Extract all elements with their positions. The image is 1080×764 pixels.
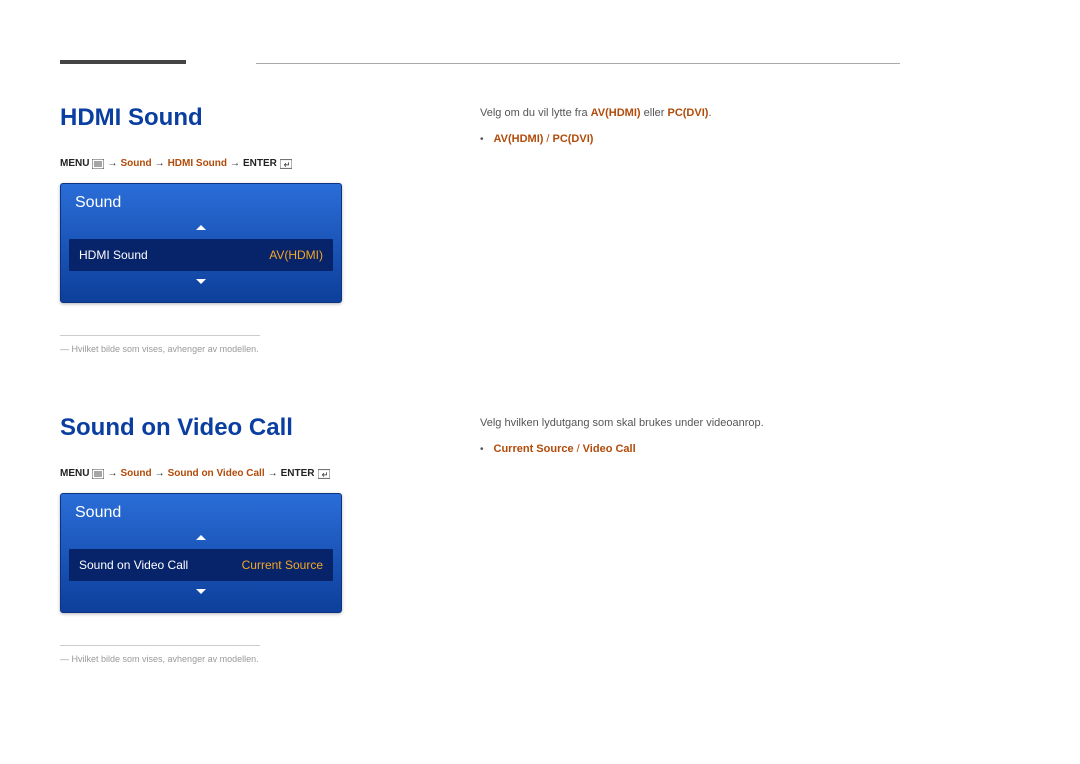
footnote: Hvilket bilde som vises, avhenger av mod… <box>60 344 360 354</box>
right-column: Velg om du vil lytte fra AV(HDMI) eller … <box>480 104 900 354</box>
enter-icon <box>280 159 292 169</box>
chevron-up-icon[interactable] <box>61 528 341 547</box>
section-sound-on-video-call: Sound on Video Call MENU → Sound → Sound… <box>60 414 900 664</box>
osd-item-value: AV(HDMI) <box>269 248 323 262</box>
enter-icon <box>318 469 330 479</box>
section-heading: Sound on Video Call <box>60 414 360 442</box>
osd-panel: Sound Sound on Video Call Current Source <box>60 493 342 613</box>
chevron-down-icon[interactable] <box>61 583 341 602</box>
option-bullet: • Current Source/Video Call <box>480 440 900 460</box>
footnote-rule <box>60 335 260 336</box>
description: Velg hvilken lydutgang som skal brukes u… <box>480 414 900 434</box>
chevron-down-icon[interactable] <box>61 273 341 292</box>
osd-panel: Sound HDMI Sound AV(HDMI) <box>60 183 342 303</box>
right-column: Velg hvilken lydutgang som skal brukes u… <box>480 414 900 664</box>
left-column: HDMI Sound MENU → Sound → HDMI Sound → E… <box>60 104 360 354</box>
osd-item-value: Current Source <box>242 558 323 572</box>
footnote-rule <box>60 645 260 646</box>
osd-item[interactable]: Sound on Video Call Current Source <box>69 549 333 581</box>
chapter-rule <box>60 60 900 64</box>
bullet-icon: • <box>480 131 484 149</box>
osd-item[interactable]: HDMI Sound AV(HDMI) <box>69 239 333 271</box>
osd-title: Sound <box>61 494 341 528</box>
osd-item-label: Sound on Video Call <box>79 558 188 572</box>
chevron-up-icon[interactable] <box>61 218 341 237</box>
osd-item-label: HDMI Sound <box>79 248 148 262</box>
menu-icon <box>92 469 104 479</box>
menu-icon <box>92 159 104 169</box>
bullet-icon: • <box>480 441 484 459</box>
description: Velg om du vil lytte fra AV(HDMI) eller … <box>480 104 900 124</box>
footnote: Hvilket bilde som vises, avhenger av mod… <box>60 654 360 664</box>
nav-path: MENU → Sound → Sound on Video Call → ENT… <box>60 468 360 479</box>
rule-thick <box>60 60 186 64</box>
section-heading: HDMI Sound <box>60 104 360 132</box>
nav-path: MENU → Sound → HDMI Sound → ENTER <box>60 158 360 169</box>
rule-thin <box>256 63 900 64</box>
option-bullet: • AV(HDMI)/PC(DVI) <box>480 130 900 150</box>
section-hdmi-sound: HDMI Sound MENU → Sound → HDMI Sound → E… <box>60 104 900 354</box>
osd-title: Sound <box>61 184 341 218</box>
left-column: Sound on Video Call MENU → Sound → Sound… <box>60 414 360 664</box>
